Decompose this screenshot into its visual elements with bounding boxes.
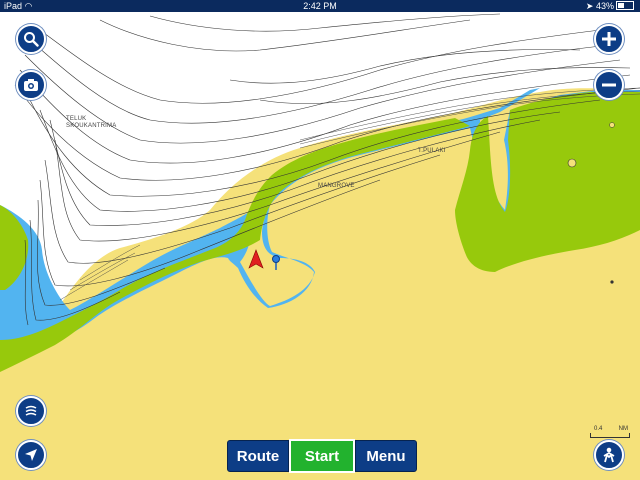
route-button[interactable]: Route bbox=[227, 440, 289, 472]
mangrove-label: MANGROVE bbox=[318, 183, 355, 189]
battery-indicator: ➤ 43% bbox=[586, 0, 634, 12]
battery-icon bbox=[616, 1, 634, 10]
islet-small bbox=[609, 122, 615, 128]
scale-bar: 0.4 NM bbox=[590, 426, 630, 438]
location-services-icon: ➤ bbox=[585, 1, 594, 11]
zoom-out-button[interactable] bbox=[594, 70, 624, 100]
plus-icon bbox=[602, 32, 616, 46]
islet bbox=[567, 158, 577, 168]
clock: 2:42 PM bbox=[303, 1, 337, 11]
camera-button[interactable] bbox=[16, 70, 46, 100]
chart-app: iPad ◠ 2:42 PM ➤ 43% TELUK SKOUKANTRIMA … bbox=[0, 0, 640, 480]
location-button[interactable] bbox=[16, 440, 46, 470]
search-button[interactable] bbox=[16, 24, 46, 54]
status-bar: iPad ◠ 2:42 PM ➤ 43% bbox=[0, 0, 640, 12]
point-label: T.PULAKI bbox=[418, 148, 446, 154]
person-button[interactable] bbox=[594, 440, 624, 470]
bay-label: TELUK SKOUKANTRIMA bbox=[66, 116, 117, 129]
bottom-toolbar: Route Start Menu bbox=[227, 439, 417, 473]
nautical-chart[interactable] bbox=[0, 0, 640, 480]
battery-percent: 43% bbox=[595, 1, 614, 11]
menu-button[interactable]: Menu bbox=[355, 440, 417, 472]
sonar-icon bbox=[25, 405, 37, 416]
navigation-arrow-icon bbox=[25, 449, 37, 461]
search-icon bbox=[24, 32, 39, 47]
scale-value: 0.4 bbox=[594, 426, 603, 432]
start-button[interactable]: Start bbox=[289, 439, 355, 473]
person-icon bbox=[603, 447, 615, 463]
sonar-button[interactable] bbox=[16, 396, 46, 426]
zoom-in-button[interactable] bbox=[594, 24, 624, 54]
scale-unit: NM bbox=[618, 426, 628, 432]
chart-marker-dot bbox=[610, 280, 614, 284]
minus-icon bbox=[602, 83, 616, 87]
camera-icon bbox=[24, 79, 38, 91]
